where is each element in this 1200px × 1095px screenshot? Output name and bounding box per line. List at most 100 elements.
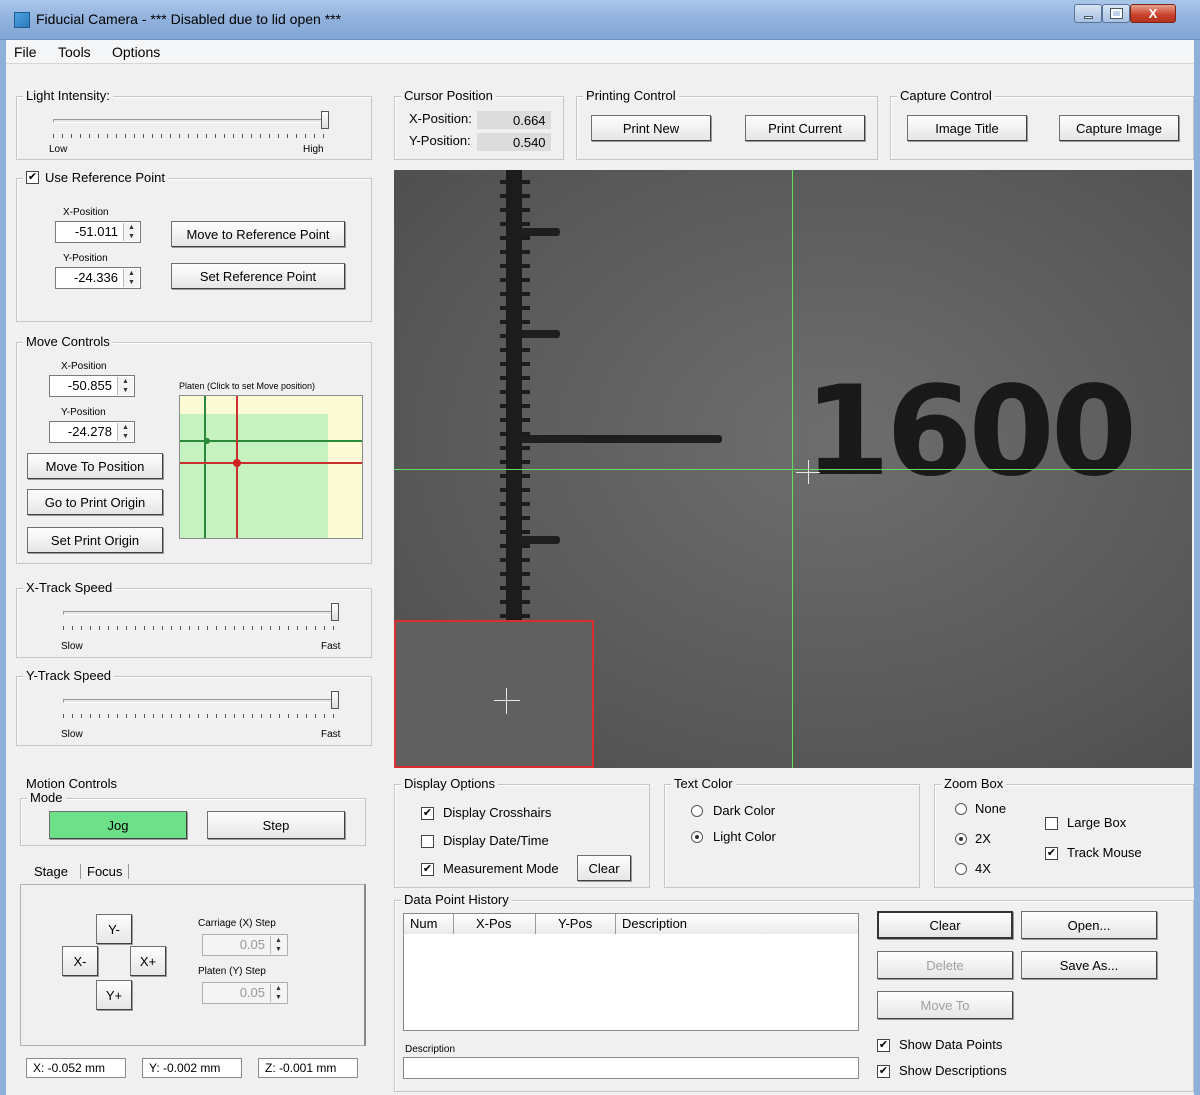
x-track-slider-thumb[interactable] [331, 603, 339, 621]
readout-z: Z: -0.001 mm [258, 1058, 358, 1078]
history-save-as-button[interactable]: Save As... [1021, 951, 1157, 979]
measurement-checkbox[interactable]: ✔ [421, 863, 434, 876]
jog-mode-button[interactable]: Jog [49, 811, 187, 839]
reference-point-group: ✔ Use Reference Point X-Position -51.011… [16, 170, 372, 322]
cursor-position-title: Cursor Position [401, 88, 496, 103]
capture-image-button[interactable]: Capture Image [1059, 115, 1179, 141]
zoom-2x-radio[interactable] [955, 833, 967, 845]
move-x-stepper[interactable]: -50.855 ▲ ▼ [49, 375, 135, 397]
go-to-print-origin-button[interactable]: Go to Print Origin [27, 489, 163, 515]
history-delete-button[interactable]: Delete [877, 951, 1013, 979]
ref-y-stepper[interactable]: -24.336 ▲ ▼ [55, 267, 141, 289]
spin-arrows-icon[interactable]: ▲ ▼ [117, 423, 133, 441]
menu-file[interactable]: File [14, 44, 37, 60]
ruler-mid-tick [520, 536, 560, 544]
cursor-cross-icon [796, 472, 820, 473]
spin-arrows-icon[interactable]: ▲ ▼ [270, 936, 286, 954]
show-data-points-label: Show Data Points [899, 1037, 1003, 1052]
history-open-button[interactable]: Open... [1021, 911, 1157, 939]
zoom-4x-radio[interactable] [955, 863, 967, 875]
zoom-none-radio[interactable] [955, 803, 967, 815]
spin-arrows-icon[interactable]: ▲ ▼ [117, 377, 133, 395]
y-track-slider-thumb[interactable] [331, 691, 339, 709]
x-track-ticks [63, 626, 339, 630]
ref-x-stepper[interactable]: -51.011 ▲ ▼ [55, 221, 141, 243]
spin-arrows-icon[interactable]: ▲ ▼ [270, 984, 286, 1002]
title-bar[interactable]: Fiducial Camera - *** Disabled due to li… [0, 0, 1200, 40]
spin-arrows-icon[interactable]: ▲ ▼ [123, 269, 139, 287]
col-y-pos[interactable]: Y-Pos [536, 914, 616, 934]
use-reference-label: Use Reference Point [45, 170, 165, 185]
print-new-button[interactable]: Print New [591, 115, 711, 141]
datetime-checkbox[interactable] [421, 835, 434, 848]
minimize-button[interactable] [1074, 4, 1102, 23]
light-intensity-thumb[interactable] [321, 111, 329, 129]
light-color-radio[interactable] [691, 831, 703, 843]
image-title-button[interactable]: Image Title [907, 115, 1027, 141]
history-table[interactable]: Num X-Pos Y-Pos Description [403, 913, 859, 1031]
y-track-title: Y-Track Speed [23, 668, 115, 683]
tab-focus[interactable]: Focus [80, 864, 130, 879]
datetime-label: Display Date/Time [443, 833, 549, 848]
use-reference-checkbox[interactable]: ✔ [26, 171, 39, 184]
ref-y-value: -24.336 [73, 270, 118, 285]
y-track-slider-track[interactable] [63, 699, 339, 703]
set-reference-button[interactable]: Set Reference Point [171, 263, 345, 289]
ruler-mid-tick [520, 228, 560, 236]
track-mouse-checkbox[interactable]: ✔ [1045, 847, 1058, 860]
step-mode-button[interactable]: Step [207, 811, 345, 839]
menu-options[interactable]: Options [112, 44, 160, 60]
platen-origin-vline [204, 396, 206, 538]
x-minus-button[interactable]: X- [62, 946, 98, 976]
set-print-origin-button[interactable]: Set Print Origin [27, 527, 163, 553]
measurement-clear-button[interactable]: Clear [577, 855, 631, 881]
light-intensity-track[interactable] [53, 119, 329, 123]
y-plus-button[interactable]: Y+ [96, 980, 132, 1010]
show-data-points-checkbox[interactable]: ✔ [877, 1039, 890, 1052]
move-y-stepper[interactable]: -24.278 ▲ ▼ [49, 421, 135, 443]
motion-controls-title: Motion Controls [26, 776, 118, 791]
readout-x: X: -0.052 mm [26, 1058, 126, 1078]
col-description[interactable]: Description [616, 914, 858, 934]
y-track-ticks [63, 714, 339, 718]
platen-step-label: Platen (Y) Step [198, 966, 266, 977]
platen-map[interactable] [179, 395, 363, 539]
description-input[interactable] [403, 1057, 859, 1079]
maximize-button[interactable] [1102, 4, 1130, 23]
dark-color-radio[interactable] [691, 805, 703, 817]
move-x-label: X-Position [61, 361, 107, 372]
carriage-step-stepper[interactable]: 0.05 ▲ ▼ [202, 934, 288, 956]
x-plus-button[interactable]: X+ [130, 946, 166, 976]
crosshairs-checkbox[interactable]: ✔ [421, 807, 434, 820]
col-num[interactable]: Num [404, 914, 454, 934]
move-y-label: Y-Position [61, 407, 106, 418]
platen-target-dot [233, 459, 241, 467]
print-current-button[interactable]: Print Current [745, 115, 865, 141]
tab-stage[interactable]: Stage [34, 864, 68, 879]
close-button[interactable]: X [1130, 4, 1176, 23]
light-high-label: High [303, 144, 324, 155]
light-low-label: Low [49, 144, 68, 155]
printing-control-group: Printing Control Print New Print Current [576, 88, 878, 160]
zoom-cross-icon [494, 700, 520, 701]
x-track-slider-track[interactable] [63, 611, 339, 615]
reference-point-header: ✔ Use Reference Point [23, 170, 168, 185]
close-icon: X [1148, 6, 1158, 21]
move-to-position-button[interactable]: Move To Position [27, 453, 163, 479]
zoom-2x-label: 2X [975, 831, 991, 846]
readout-y: Y: -0.002 mm [142, 1058, 242, 1078]
show-descriptions-checkbox[interactable]: ✔ [877, 1065, 890, 1078]
show-descriptions-label: Show Descriptions [899, 1063, 1007, 1078]
platen-step-stepper[interactable]: 0.05 ▲ ▼ [202, 982, 288, 1004]
menu-tools[interactable]: Tools [58, 44, 91, 60]
col-x-pos[interactable]: X-Pos [454, 914, 536, 934]
move-to-reference-button[interactable]: Move to Reference Point [171, 221, 345, 247]
history-move-to-button[interactable]: Move To [877, 991, 1013, 1019]
large-box-checkbox[interactable] [1045, 817, 1058, 830]
history-clear-button[interactable]: Clear [877, 911, 1013, 939]
printing-control-title: Printing Control [583, 88, 679, 103]
light-intensity-title: Light Intensity: [23, 88, 113, 103]
y-minus-button[interactable]: Y- [96, 914, 132, 944]
camera-view[interactable]: 1600 [394, 170, 1192, 768]
spin-arrows-icon[interactable]: ▲ ▼ [123, 223, 139, 241]
